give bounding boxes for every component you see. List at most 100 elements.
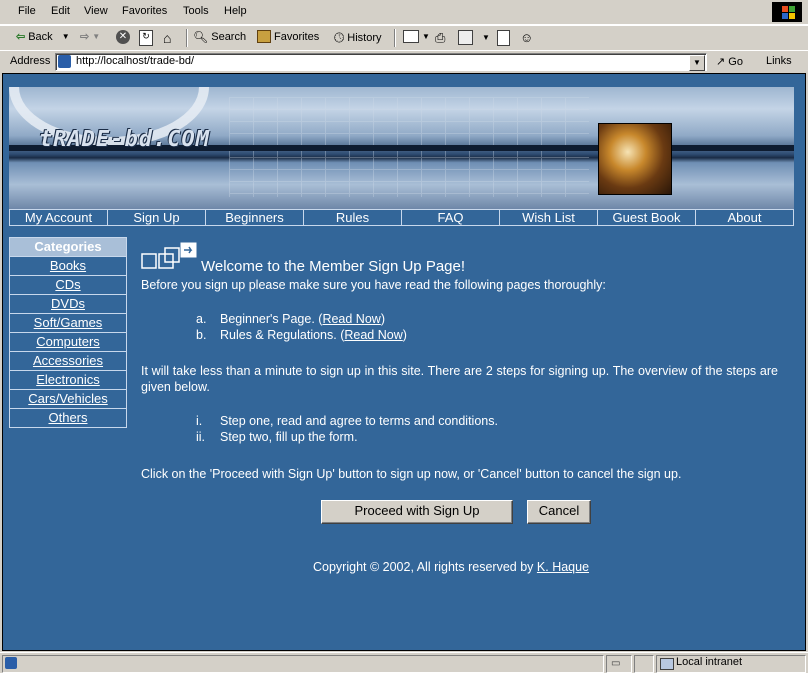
list-item-text: Step one, read and agree to terms and co…: [220, 414, 498, 428]
category-link-cds[interactable]: CDs: [55, 277, 80, 292]
chevron-down-icon: ▼: [482, 33, 490, 42]
address-url: http://localhost/trade-bd/: [76, 55, 195, 67]
nav-about[interactable]: About: [696, 210, 793, 225]
banner-photo: [598, 123, 672, 195]
security-icon: ▭: [611, 658, 621, 669]
nav-rules[interactable]: Rules: [304, 210, 402, 225]
stop-button[interactable]: ✕: [116, 30, 130, 44]
intro-text: Before you sign up please make sure you …: [141, 278, 606, 292]
copyright-text: Copyright © 2002, All rights reserved by: [313, 560, 537, 574]
nav-my-account[interactable]: My Account: [10, 210, 108, 225]
category-item: Electronics: [10, 370, 126, 389]
welcome-heading: Welcome to the Member Sign Up Page!: [201, 258, 466, 275]
list-marker: a.: [196, 312, 207, 326]
site-banner: tRADE-bd.COM: [9, 87, 794, 209]
nav-sign-up[interactable]: Sign Up: [108, 210, 206, 225]
category-item: CDs: [10, 275, 126, 294]
copyright-footer: Copyright © 2002, All rights reserved by…: [313, 560, 589, 574]
messenger-button[interactable]: ☺: [520, 30, 533, 45]
toolbar-separator: [186, 29, 188, 47]
forward-arrow-icon: ⇨: [80, 31, 90, 43]
main-nav: My Account Sign Up Beginners Rules FAQ W…: [9, 209, 794, 226]
category-link-electronics[interactable]: Electronics: [36, 372, 100, 387]
author-link[interactable]: K. Haque: [537, 560, 589, 574]
status-bar: ▭ Local intranet: [0, 652, 808, 673]
links-button[interactable]: Links: [766, 55, 792, 67]
list-item-text: Beginner's Page. (: [220, 312, 323, 326]
list-item: ii. Step two, fill up the form.: [196, 430, 498, 446]
categories-panel: Categories Books CDs DVDs Soft/Games Com…: [9, 237, 127, 428]
menu-tools[interactable]: Tools: [183, 5, 209, 17]
security-zone-label: Local intranet: [676, 656, 743, 668]
favorites-label: Favorites: [274, 30, 320, 43]
go-button[interactable]: ↗ Go: [716, 55, 743, 68]
list-item-suffix: ): [380, 312, 385, 326]
home-button[interactable]: ⌂: [163, 30, 171, 46]
list-marker: b.: [196, 328, 207, 342]
status-progress-cell: ▭: [606, 655, 632, 673]
nav-wish-list[interactable]: Wish List: [500, 210, 598, 225]
page-done-icon: [5, 657, 17, 669]
favorites-button[interactable]: Favorites: [257, 30, 319, 43]
read-now-rules-link[interactable]: Read Now: [344, 328, 402, 342]
required-pages-list: a. Beginner's Page. (Read Now) b. Rules & …: [196, 312, 407, 344]
category-link-cars-vehicles[interactable]: Cars/Vehicles: [28, 391, 107, 406]
nav-beginners[interactable]: Beginners: [206, 210, 304, 225]
search-button[interactable]: 🔍︎ Search: [193, 30, 246, 44]
address-input[interactable]: http://localhost/trade-bd/ ▼: [55, 53, 707, 71]
sign-up-icon: [141, 242, 197, 269]
menu-help[interactable]: Help: [224, 5, 247, 17]
history-button[interactable]: 🕓︎ History: [334, 30, 382, 46]
category-item: Books: [10, 256, 126, 275]
category-item: Computers: [10, 332, 126, 351]
mail-button[interactable]: ▼: [403, 30, 430, 43]
cancel-button[interactable]: Cancel: [527, 500, 591, 524]
history-label: History: [347, 32, 382, 44]
discuss-button[interactable]: [497, 30, 510, 46]
forward-button[interactable]: ⇨ ▼: [80, 30, 100, 43]
category-link-computers[interactable]: Computers: [36, 334, 100, 349]
menu-favorites[interactable]: Favorites: [122, 5, 167, 17]
overview-text: It will take less than a minute to sign …: [141, 364, 778, 394]
refresh-button[interactable]: ↻: [139, 30, 153, 46]
address-dropdown-icon[interactable]: ▼: [689, 55, 705, 71]
menu-view[interactable]: View: [84, 5, 108, 17]
address-label: Address: [10, 55, 51, 67]
menu-file[interactable]: File: [18, 5, 36, 17]
chevron-down-icon: ▼: [61, 32, 70, 41]
list-item: a. Beginner's Page. (Read Now): [196, 312, 407, 328]
home-icon: ⌂: [163, 30, 172, 46]
nav-faq[interactable]: FAQ: [402, 210, 500, 225]
toolbar-separator: [394, 29, 396, 47]
list-item: b. Rules & Regulations. (Read Now): [196, 328, 407, 344]
menu-edit[interactable]: Edit: [51, 5, 70, 17]
history-icon: 🕓︎: [334, 30, 345, 45]
refresh-icon: ↻: [139, 30, 153, 46]
search-icon: 🔍︎: [193, 30, 209, 44]
web-page: tRADE-bd.COM My Account Sign Up Beginner…: [2, 73, 806, 651]
go-label: Go: [728, 56, 743, 68]
list-item-suffix: ): [402, 328, 407, 342]
category-link-accessories[interactable]: Accessories: [33, 353, 103, 368]
category-item: Accessories: [10, 351, 126, 370]
list-item-text: Rules & Regulations. (: [220, 328, 345, 342]
categories-title: Categories: [10, 238, 126, 256]
category-link-dvds[interactable]: DVDs: [51, 296, 85, 311]
list-marker: i.: [196, 414, 203, 428]
nav-guest-book[interactable]: Guest Book: [598, 210, 696, 225]
discuss-icon: [497, 30, 510, 46]
category-link-books[interactable]: Books: [50, 258, 86, 273]
read-now-beginners-link[interactable]: Read Now: [322, 312, 380, 326]
list-item: i. Step one, read and agree to terms and …: [196, 414, 498, 430]
search-label: Search: [211, 31, 247, 43]
action-buttons: Proceed with Sign Up Cancel: [321, 500, 591, 524]
steps-list: i. Step one, read and agree to terms and …: [196, 414, 498, 446]
address-bar: Address http://localhost/trade-bd/ ▼ ↗ G…: [0, 50, 808, 73]
back-button[interactable]: ⇦ Back ▼: [16, 30, 70, 44]
proceed-sign-up-button[interactable]: Proceed with Sign Up: [321, 500, 513, 524]
edit-button[interactable]: ▼: [458, 30, 490, 45]
print-button[interactable]: ⎙: [435, 30, 445, 46]
category-link-others[interactable]: Others: [48, 410, 87, 425]
category-link-soft-games[interactable]: Soft/Games: [34, 315, 103, 330]
list-item-text: Step two, fill up the form.: [220, 430, 358, 444]
